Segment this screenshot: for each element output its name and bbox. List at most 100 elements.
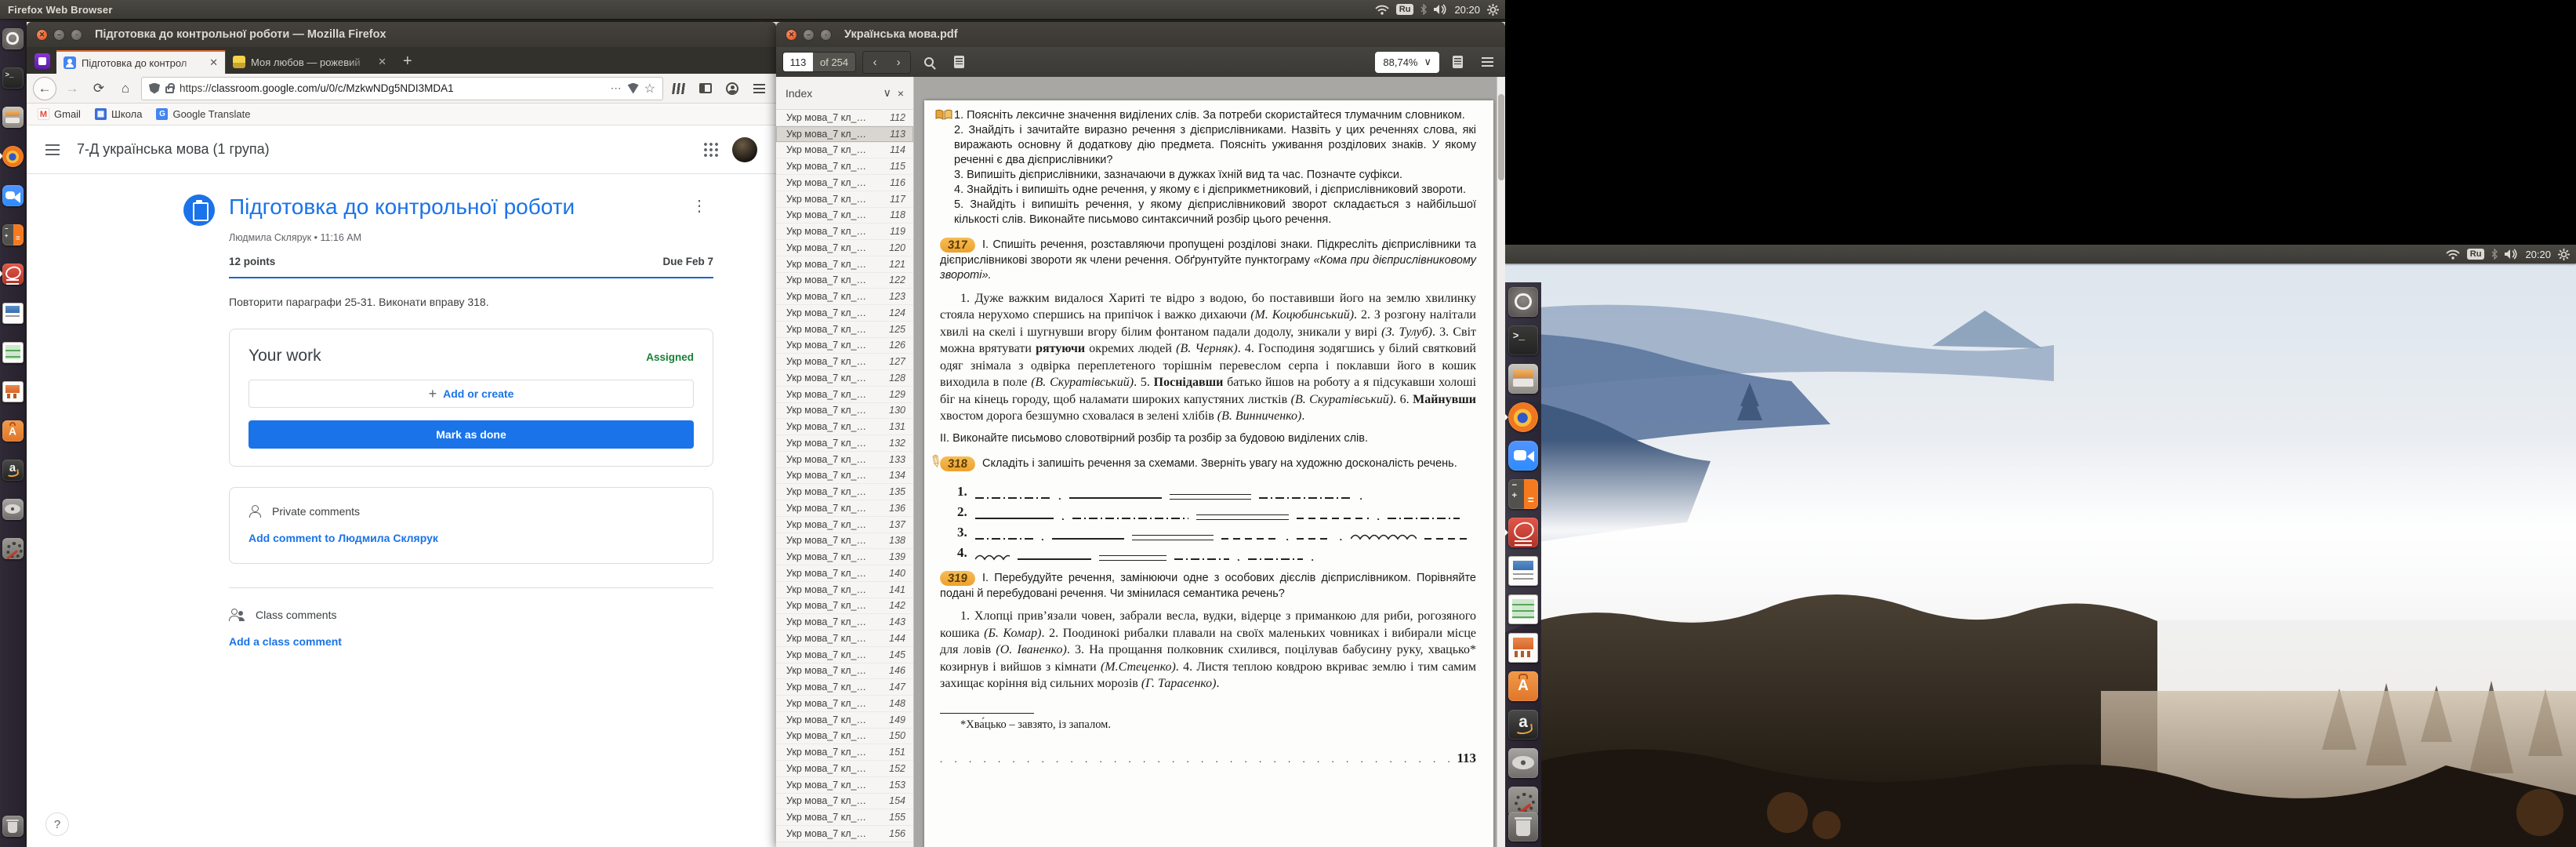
index-row[interactable]: Укр мова_7 кл_…113: [776, 126, 913, 143]
index-row[interactable]: Укр мова_7 кл_…133: [776, 452, 913, 468]
bookmark-gmail[interactable]: MGmail: [38, 108, 81, 120]
writer-icon[interactable]: [2, 303, 24, 324]
settings-icon[interactable]: [2, 538, 24, 559]
google-apps-grid-icon[interactable]: [704, 143, 718, 157]
page-actions-icon[interactable]: ⋯: [611, 82, 622, 95]
ubuntu-icon[interactable]: [2, 28, 24, 49]
index-row[interactable]: Укр мова_7 кл_…128: [776, 370, 913, 387]
index-row[interactable]: Укр мова_7 кл_…118: [776, 208, 913, 224]
index-row[interactable]: Укр мова_7 кл_…146: [776, 663, 913, 680]
calc-icon[interactable]: [1508, 594, 1538, 624]
index-row[interactable]: Укр мова_7 кл_…123: [776, 289, 913, 305]
amazon-icon[interactable]: [1508, 710, 1538, 740]
avatar[interactable]: [732, 137, 757, 162]
software-icon[interactable]: [2, 420, 24, 442]
index-row[interactable]: Укр мова_7 кл_…137: [776, 517, 913, 533]
sidebar-toggle-icon[interactable]: [695, 78, 717, 100]
minimize-button[interactable]: –: [53, 29, 65, 41]
bluetooth-icon[interactable]: [1420, 4, 1427, 15]
pinned-tab-icon[interactable]: [34, 53, 50, 69]
index-row[interactable]: Укр мова_7 кл_…131: [776, 419, 913, 435]
next-page-button[interactable]: ›: [887, 52, 910, 73]
index-row[interactable]: Укр мова_7 кл_…150: [776, 729, 913, 745]
firefox-icon[interactable]: [2, 146, 24, 167]
files-icon[interactable]: [1508, 364, 1538, 394]
maximize-button[interactable]: ▫: [71, 29, 82, 41]
bookmark-star-icon[interactable]: ☆: [644, 81, 655, 96]
add-private-comment-link[interactable]: Add comment to Людмила Склярук: [249, 532, 438, 544]
index-row[interactable]: Укр мова_7 кл_…138: [776, 533, 913, 550]
library-icon[interactable]: [668, 78, 690, 100]
clock[interactable]: 20:20: [2525, 249, 2551, 260]
back-button[interactable]: ←: [33, 77, 56, 100]
index-row[interactable]: Укр мова_7 кл_…129: [776, 387, 913, 403]
keyboard-layout-indicator[interactable]: Ru: [1396, 4, 1414, 15]
software-icon[interactable]: [1508, 671, 1538, 701]
index-close-icon[interactable]: ×: [898, 87, 904, 100]
home-button[interactable]: ⌂: [114, 78, 136, 100]
index-row[interactable]: Укр мова_7 кл_…114: [776, 143, 913, 159]
tab-close-icon[interactable]: ✕: [378, 56, 386, 68]
index-row[interactable]: Укр мова_7 кл_…130: [776, 403, 913, 420]
index-row[interactable]: Укр мова_7 кл_…136: [776, 500, 913, 517]
bookmark-translate[interactable]: GGoogle Translate: [156, 108, 250, 120]
trash-icon[interactable]: [1508, 812, 1538, 842]
index-row[interactable]: Укр мова_7 кл_…149: [776, 712, 913, 729]
maximize-button[interactable]: ▫: [820, 29, 832, 41]
index-row[interactable]: Укр мова_7 кл_…144: [776, 631, 913, 647]
index-row[interactable]: Укр мова_7 кл_…141: [776, 582, 913, 598]
reload-button[interactable]: ⟳: [88, 78, 110, 100]
new-tab-button[interactable]: +: [394, 53, 422, 74]
calculator-icon[interactable]: [1508, 479, 1538, 509]
minimize-button[interactable]: –: [803, 29, 815, 41]
pdf-titlebar[interactable]: ✕ – ▫ Українська мова.pdf: [776, 22, 1505, 47]
writer-icon[interactable]: [1508, 556, 1538, 586]
index-row[interactable]: Укр мова_7 кл_…135: [776, 484, 913, 500]
keyboard-layout-indicator[interactable]: Ru: [2467, 249, 2485, 260]
page-mode-button[interactable]: [1446, 52, 1469, 73]
index-row[interactable]: Укр мова_7 кл_…152: [776, 761, 913, 777]
wifi-icon[interactable]: [2446, 249, 2460, 260]
index-row[interactable]: Укр мова_7 кл_…115: [776, 158, 913, 175]
index-row[interactable]: Укр мова_7 кл_…156: [776, 826, 913, 842]
clock[interactable]: 20:20: [1454, 4, 1480, 16]
lock-icon[interactable]: [165, 86, 174, 93]
index-row[interactable]: Укр мова_7 кл_…147: [776, 679, 913, 696]
index-row[interactable]: Укр мова_7 кл_…145: [776, 647, 913, 663]
index-row[interactable]: Укр мова_7 кл_…116: [776, 175, 913, 191]
close-button[interactable]: ✕: [785, 29, 797, 41]
close-button[interactable]: ✕: [36, 29, 48, 41]
index-row[interactable]: Укр мова_7 кл_…140: [776, 565, 913, 582]
search-button[interactable]: [917, 52, 941, 73]
disks-icon[interactable]: [2, 499, 24, 520]
ubuntu-icon[interactable]: [1508, 287, 1538, 317]
session-gear-icon[interactable]: [2558, 249, 2570, 260]
zoom-level-dropdown[interactable]: 88,74%∨: [1375, 52, 1439, 73]
account-icon[interactable]: [721, 78, 743, 100]
index-row[interactable]: Укр мова_7 кл_…124: [776, 305, 913, 322]
tab-photo[interactable]: Моя любов — рожевий ✕: [225, 50, 394, 74]
mark-as-done-button[interactable]: Mark as done: [249, 420, 694, 449]
calc-icon[interactable]: [2, 342, 24, 363]
index-row[interactable]: Укр мова_7 кл_…155: [776, 809, 913, 826]
forward-button[interactable]: →: [61, 78, 83, 100]
menu-icon[interactable]: [748, 78, 770, 100]
index-row[interactable]: Укр мова_7 кл_…143: [776, 614, 913, 631]
index-row[interactable]: Укр мова_7 кл_…134: [776, 468, 913, 485]
index-row[interactable]: Укр мова_7 кл_…132: [776, 435, 913, 452]
session-gear-icon[interactable]: [1487, 4, 1499, 16]
index-row[interactable]: Укр мова_7 кл_…117: [776, 191, 913, 208]
index-row[interactable]: Укр мова_7 кл_…154: [776, 794, 913, 810]
url-bar[interactable]: https://classroom.google.com/u/0/c/MzkwN…: [141, 77, 663, 100]
index-row[interactable]: Укр мова_7 кл_…122: [776, 273, 913, 289]
tab-close-icon[interactable]: ✕: [209, 56, 218, 69]
help-button[interactable]: ?: [45, 812, 69, 836]
files-icon[interactable]: [2, 107, 24, 128]
more-options-icon[interactable]: ⋮: [685, 194, 713, 217]
pocket-icon[interactable]: [628, 83, 639, 94]
impress-icon[interactable]: [2, 381, 24, 402]
page-number-input[interactable]: 113: [783, 53, 813, 71]
disks-icon[interactable]: [1508, 748, 1538, 778]
calculator-icon[interactable]: [2, 224, 24, 245]
impress-icon[interactable]: [1508, 633, 1538, 663]
